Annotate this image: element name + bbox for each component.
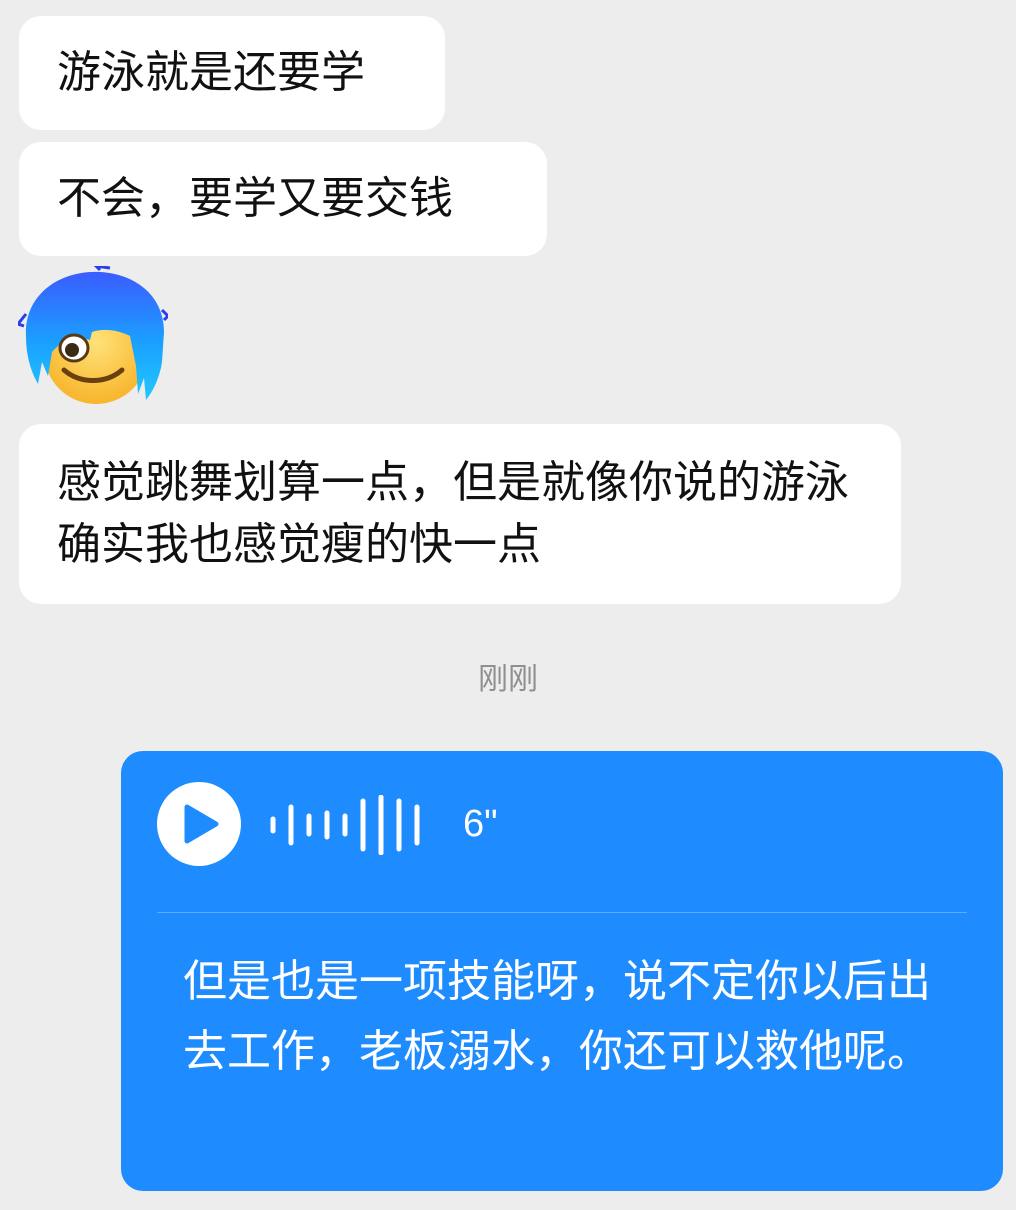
message-bubble-3[interactable]: 感觉跳舞划算一点，但是就像你说的游泳确实我也感觉瘦的快一点 [19, 424, 901, 604]
message-bubble-1[interactable]: 游泳就是还要学 [19, 16, 445, 130]
waveform-icon [270, 795, 420, 855]
message-text: 游泳就是还要学 [57, 47, 365, 98]
play-button[interactable] [157, 782, 241, 866]
play-icon [184, 804, 219, 844]
timestamp: 刚刚 [478, 662, 538, 697]
blue-haired-smiling-face-sticker [15, 263, 171, 404]
voice-duration: 6" [463, 803, 498, 845]
divider [157, 912, 967, 913]
voice-transcript: 但是也是一项技能呀，说不定你以后出去工作，老板溺水，你还可以救他呢。 [183, 956, 931, 1077]
message-text: 感觉跳舞划算一点，但是就像你说的游泳确实我也感觉瘦的快一点 [57, 457, 849, 570]
voice-message-bubble[interactable]: 6" 但是也是一项技能呀，说不定你以后出去工作，老板溺水，你还可以救他呢。 [121, 751, 1003, 1191]
message-text: 不会，要学又要交钱 [57, 173, 453, 224]
message-bubble-2[interactable]: 不会，要学又要交钱 [19, 142, 547, 256]
sticker-message[interactable] [15, 263, 171, 414]
